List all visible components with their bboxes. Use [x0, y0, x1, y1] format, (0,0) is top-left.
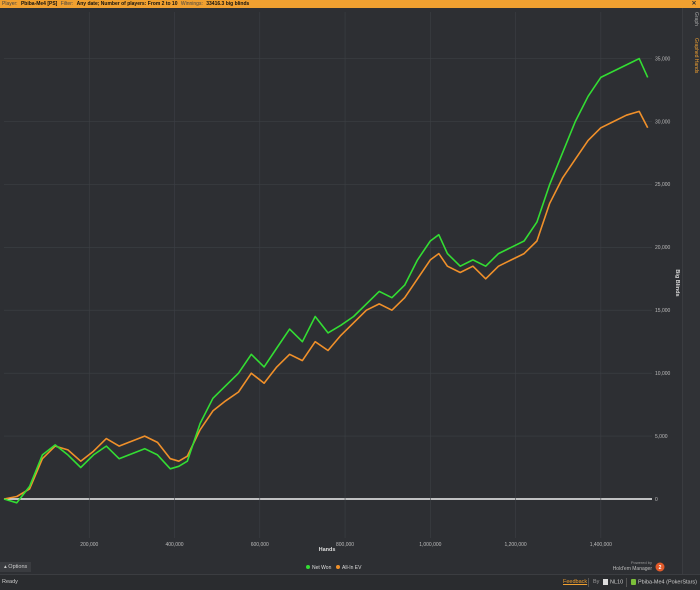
winnings-label: Winnings: — [180, 1, 203, 7]
player-selector[interactable]: Pbiba-Me4 (PokerStars) — [631, 579, 697, 585]
y-tick-label: 25,000 — [655, 182, 671, 188]
stake-selector[interactable]: NL10 — [603, 579, 623, 585]
divider — [626, 578, 627, 587]
winnings-graph: 200,000 400,000 600,000 800,000 1,000,000 1,2… — [3, 12, 680, 572]
legend-label: All-In EV — [342, 565, 362, 571]
player-value[interactable]: Pbiba-Me4 [PS] — [21, 1, 57, 7]
status-text: Ready — [2, 579, 18, 585]
legend: Net Won All-In EV — [306, 565, 362, 571]
x-tick-label: 600,000 — [251, 542, 269, 548]
options-button[interactable]: ▴ Options — [0, 562, 32, 572]
x-tick-label: 200,000 — [80, 542, 98, 548]
header-bar: Player: Pbiba-Me4 [PS] Filter: Any date;… — [0, 0, 700, 8]
x-tick-label: 1,000,000 — [419, 542, 441, 548]
y-tick-label: 30,000 — [655, 119, 671, 125]
x-tick-label: 1,200,000 — [504, 542, 526, 548]
player-icon — [631, 579, 636, 585]
powered-by-text: Powered by — [631, 560, 652, 565]
close-icon[interactable]: ✕ — [690, 0, 698, 8]
chart-panel: 200,000 400,000 600,000 800,000 1,000,000 1,2… — [0, 8, 682, 574]
y-axis-label: Big Blinds — [674, 269, 680, 296]
player-status-label: Pbiba-Me4 (PokerStars) — [638, 579, 697, 586]
x-axis-label: Hands — [319, 547, 336, 553]
y-tick-label: 5,000 — [655, 434, 668, 440]
x-tick-label: 400,000 — [165, 542, 183, 548]
brand-version: 2 — [659, 565, 662, 571]
player-label: Player: — [2, 1, 18, 7]
stake-icon — [603, 579, 608, 585]
grid — [4, 12, 652, 538]
feedback-link[interactable]: Feedback — [563, 579, 587, 585]
legend-label: Net Won — [312, 565, 332, 571]
winnings-value: 33416.3 big blinds — [206, 1, 250, 7]
branding: Powered by Hold'em Manager 2 — [613, 560, 665, 572]
legend-marker — [336, 565, 340, 569]
filter-label: Filter: — [60, 1, 74, 7]
tab-graphed-hands[interactable]: Graphed Hands — [685, 38, 699, 73]
filter-value[interactable]: Any date; Number of players: From 2 to 1… — [77, 1, 178, 7]
divider — [588, 578, 589, 587]
brand-name: Hold'em Manager — [613, 566, 653, 572]
y-tick-label: 15,000 — [655, 308, 671, 314]
status-bar: Ready Feedback By NL10 Pbiba-Me4 (PokerS… — [0, 574, 700, 590]
x-tick-label: 1,400,000 — [590, 542, 612, 548]
by-label: By — [593, 579, 600, 585]
legend-marker — [306, 565, 310, 569]
y-axis-ticks: 0 5,000 10,000 15,000 20,000 25,000 30,000 35,0… — [655, 56, 671, 502]
series-line-all-in-ev — [3, 110, 649, 500]
y-tick-label: 10,000 — [655, 371, 671, 377]
tab-graph[interactable]: Graph — [685, 12, 699, 26]
stake-label: NL10 — [610, 579, 624, 586]
x-tick-label: 800,000 — [336, 542, 354, 548]
side-tabs: Graph Graphed Hands — [682, 8, 700, 574]
x-axis-ticks: 200,000 400,000 600,000 800,000 1,000,000 1,2… — [80, 542, 612, 548]
y-tick-label: 0 — [655, 497, 658, 503]
options-label: Options — [8, 564, 28, 570]
y-tick-label: 35,000 — [655, 56, 671, 62]
y-tick-label: 20,000 — [655, 245, 671, 251]
